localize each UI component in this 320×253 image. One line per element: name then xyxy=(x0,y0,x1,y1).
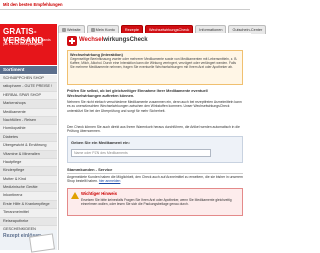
tab-label: Rezepte xyxy=(124,28,140,32)
definition-box: Wechselwirkung (Interaktion) Gegenseitig… xyxy=(67,50,243,85)
promo-line-2: (ab 1 € bei Rezeptabgabe) xyxy=(3,42,44,47)
main-content: WechselwirkungsCheck Wechselwirkung (Int… xyxy=(58,33,251,250)
sidebar-item[interactable]: Diabetes xyxy=(0,133,57,143)
warning-box: Wichtiger Hinweis Ersetzen Sie bitte kei… xyxy=(67,188,243,216)
sidebar-item[interactable]: ratiopharm - GUTE PREISE ! xyxy=(0,83,57,92)
sidebar-item[interactable]: Nachfüllen - Reisen xyxy=(0,116,57,126)
sidebar-item[interactable]: Übergewicht & Ernährung xyxy=(0,142,57,151)
stammkunden-heading: Stammkunden - Service xyxy=(67,167,243,174)
sidebar-item[interactable]: Erste Hilfe & Krankenpflege xyxy=(0,200,57,210)
sidebar: Sortiment SCHNÄPPCHEN SHOP ratiopharm - … xyxy=(0,66,57,235)
recipe-panel[interactable]: Rezept einlösen xyxy=(0,230,57,253)
user-icon xyxy=(90,28,95,32)
sidebar-item[interactable]: Reiseapotheke xyxy=(0,217,57,227)
stammkunden-body: Angemeldete Kunden haben die Möglichkeit… xyxy=(67,175,243,184)
sidebar-item[interactable]: Medikamente xyxy=(0,108,57,117)
logo-text: WechselwirkungsCheck xyxy=(79,37,148,43)
wechselwirkungscheck-logo: WechselwirkungsCheck xyxy=(67,36,148,46)
medication-input-label: Geben Sie ein Medikament ein: xyxy=(71,140,130,145)
login-link[interactable]: hier anmelden xyxy=(99,179,121,183)
sidebar-item[interactable]: Homöopathie xyxy=(0,125,57,134)
sidebar-item[interactable]: Inkontinenz xyxy=(0,192,57,201)
free-shipping-promo[interactable]: GRATIS-VERSAND ab 20 € innerhalb Deutsch… xyxy=(0,24,57,65)
sidebar-item[interactable]: HERBAL SPAR SHOP xyxy=(0,91,57,101)
warning-text: Ersetzen Sie bitte keinesfalls Fragen Si… xyxy=(81,198,232,207)
tab-label: Informationen xyxy=(199,28,223,32)
sidebar-item[interactable]: Vitamine & Mineralien xyxy=(0,150,57,159)
medication-input-panel: Geben Sie ein Medikament ein: Name oder … xyxy=(67,136,243,163)
tab-label: Gutschein-Center xyxy=(232,28,263,32)
check-title: Prüfen Sie selbst, ob bei gleichzeitiger… xyxy=(67,89,208,98)
warning-title: Wichtiger Hinweis xyxy=(81,191,118,196)
logo-prefix: Wechsel xyxy=(79,37,104,43)
sidebar-list: SCHNÄPPCHEN SHOP ratiopharm - GUTE PREIS… xyxy=(0,75,57,235)
sidebar-item[interactable]: Medizinische Geräte xyxy=(0,184,57,193)
check-text-cart: Den Check können Sie auch direkt aus Ihr… xyxy=(67,125,240,134)
warning-icon xyxy=(71,192,79,199)
main-nav: Website Mein Konto Rezepte Wechselwirkun… xyxy=(58,25,267,34)
stammkunden-text: Angemeldete Kunden haben die Möglichkeit… xyxy=(67,175,243,184)
tagline: Mit den besten Empfehlungen xyxy=(3,2,63,7)
sidebar-item[interactable]: Markenshops xyxy=(0,100,57,109)
tab-label: WechselwirkungsCheck xyxy=(149,28,190,32)
tab-label: Website xyxy=(67,28,81,32)
sidebar-title: Sortiment xyxy=(0,66,57,74)
medication-search-input[interactable]: Name oder PZN des Medikaments xyxy=(71,149,211,157)
plus-icon xyxy=(67,36,77,46)
logo-suffix: wirkungsCheck xyxy=(103,37,148,43)
check-text: Nehmen Sie nicht einfach verschiedene Me… xyxy=(67,100,242,113)
sidebar-item[interactable]: SCHNÄPPCHEN SHOP xyxy=(0,75,57,84)
promo-text: ab 20 € innerhalb Deutschlands (ab 1 € b… xyxy=(3,38,55,47)
home-icon xyxy=(62,28,66,32)
tab-label: Mein Konto xyxy=(95,28,115,32)
sidebar-item[interactable]: Mutter & Kind xyxy=(0,175,57,185)
definition-text: Gegenseitige Beeinflussung zweier oder m… xyxy=(70,57,238,70)
sidebar-item[interactable]: Tierarzneimittel xyxy=(0,209,57,218)
top-header: Mit den besten Empfehlungen xyxy=(0,0,250,10)
sidebar-item[interactable]: Kinderpflege xyxy=(0,167,57,176)
sidebar-item[interactable]: Hautpflege xyxy=(0,158,57,168)
